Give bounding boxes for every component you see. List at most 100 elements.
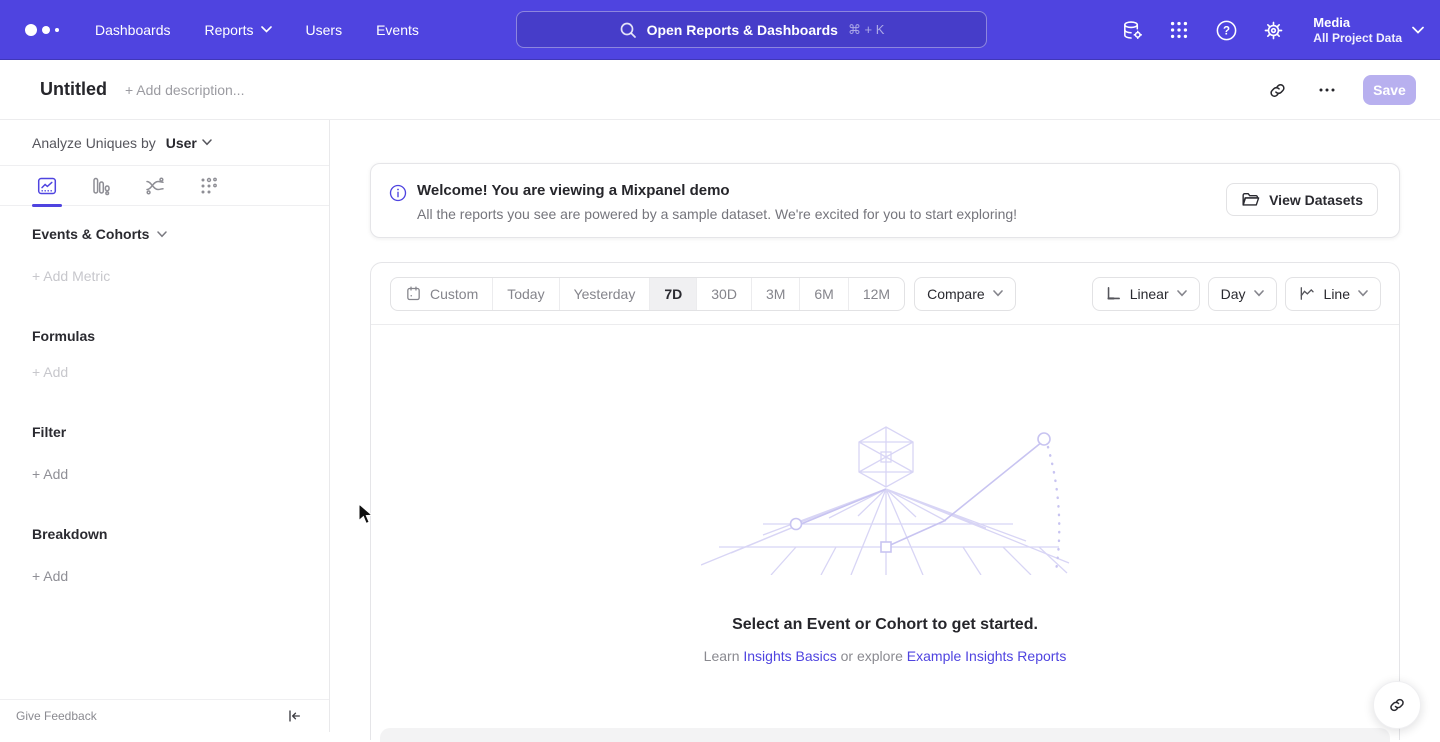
chevron-down-icon	[993, 290, 1003, 297]
search-icon	[619, 21, 637, 39]
date-range-12m[interactable]: 12M	[848, 278, 904, 310]
logo-dot	[42, 26, 50, 34]
section-formulas-label: Formulas	[32, 328, 95, 344]
search-placeholder: Open Reports & Dashboards	[647, 22, 838, 38]
add-metric-button[interactable]: + Add Metric	[32, 268, 110, 284]
tab-funnels[interactable]	[86, 166, 116, 206]
add-filter-button[interactable]: + Add	[32, 466, 68, 482]
nav-dashboards[interactable]: Dashboards	[95, 22, 171, 38]
nav-users[interactable]: Users	[306, 22, 343, 38]
compare-dropdown[interactable]: Compare	[914, 277, 1016, 311]
chart-type-dropdown[interactable]: Line	[1285, 277, 1381, 311]
example-reports-link[interactable]: Example Insights Reports	[907, 648, 1067, 664]
tab-retention[interactable]	[194, 166, 224, 206]
nav-users-label: Users	[306, 22, 343, 38]
date-range-custom-label: Custom	[430, 286, 478, 302]
section-breakdown-label: Breakdown	[32, 526, 107, 542]
analyze-value: User	[166, 135, 197, 151]
analyze-label: Analyze Uniques by	[32, 135, 156, 151]
svg-text:?: ?	[1223, 25, 1230, 37]
report-type-tabs	[0, 166, 329, 206]
data-management-icon[interactable]	[1120, 18, 1144, 42]
date-range-3m[interactable]: 3M	[751, 278, 799, 310]
give-feedback-link[interactable]: Give Feedback	[16, 709, 97, 723]
more-options-icon[interactable]	[1313, 76, 1341, 104]
retention-grid-icon	[198, 175, 220, 197]
date-range-yesterday[interactable]: Yesterday	[559, 278, 650, 310]
search-shortcut: ⌘ + K	[848, 22, 885, 38]
nav-events[interactable]: Events	[376, 22, 419, 38]
axis-icon	[1105, 285, 1122, 302]
tab-insights[interactable]	[32, 166, 62, 206]
chevron-down-icon	[1412, 26, 1424, 34]
link-icon	[1388, 696, 1406, 714]
chart-type-label: Line	[1324, 286, 1350, 302]
global-search[interactable]: Open Reports & Dashboards ⌘ + K	[516, 11, 987, 48]
chevron-down-icon	[1177, 290, 1187, 297]
banner-title: Welcome! You are viewing a Mixpanel demo	[417, 182, 730, 199]
query-builder-sidebar: Analyze Uniques by User	[0, 120, 330, 732]
share-link-fab[interactable]	[1373, 681, 1421, 729]
chevron-down-icon	[1254, 290, 1264, 297]
insights-basics-link[interactable]: Insights Basics	[743, 648, 836, 664]
collapse-sidebar-icon[interactable]	[286, 708, 302, 724]
banner-subtitle: All the reports you see are powered by a…	[417, 206, 1017, 222]
report-title[interactable]: Untitled	[40, 79, 107, 100]
compare-label: Compare	[927, 286, 985, 302]
sidebar-footer: Give Feedback	[0, 699, 329, 732]
nav-dashboards-label: Dashboards	[95, 22, 171, 38]
date-range-6m[interactable]: 6M	[799, 278, 847, 310]
nav-reports-label: Reports	[205, 22, 254, 38]
primary-nav: Dashboards Reports Users Events	[95, 22, 419, 38]
nav-reports[interactable]: Reports	[205, 22, 272, 38]
view-datasets-button[interactable]: View Datasets	[1226, 183, 1378, 216]
date-range-custom[interactable]: Custom	[391, 278, 492, 310]
chart-controls: Custom Today Yesterday 7D 30D 3M 6M 12M …	[371, 263, 1399, 325]
apps-grid-icon[interactable]	[1167, 18, 1191, 42]
save-button[interactable]: Save	[1363, 75, 1416, 105]
project-switcher[interactable]: Media All Project Data	[1313, 14, 1424, 46]
help-icon[interactable]: ?	[1214, 18, 1238, 42]
section-events-cohorts[interactable]: Events & Cohorts	[32, 226, 167, 242]
insights-chart-card: Custom Today Yesterday 7D 30D 3M 6M 12M …	[370, 262, 1400, 740]
mixpanel-logo[interactable]	[25, 24, 59, 36]
bottom-panel-edge	[380, 728, 1390, 742]
nav-events-label: Events	[376, 22, 419, 38]
date-range-30d[interactable]: 30D	[696, 278, 751, 310]
date-range-today[interactable]: Today	[492, 278, 558, 310]
flows-icon	[144, 175, 166, 197]
project-name: Media	[1313, 14, 1402, 31]
tab-flows[interactable]	[140, 166, 170, 206]
info-icon	[389, 184, 407, 202]
empty-state-links: Learn Insights Basics or explore Example…	[371, 648, 1399, 664]
chevron-down-icon	[261, 26, 272, 33]
add-breakdown-button[interactable]: + Add	[32, 568, 68, 584]
section-filter-label: Filter	[32, 424, 66, 440]
scale-label: Linear	[1130, 286, 1169, 302]
add-formula-button[interactable]: + Add	[32, 364, 68, 380]
chart-empty-state: Select an Event or Cohort to get started…	[371, 325, 1399, 740]
date-range-7d[interactable]: 7D	[649, 278, 696, 310]
calendar-icon	[405, 285, 422, 302]
chevron-down-icon	[157, 231, 167, 238]
copy-link-icon[interactable]	[1263, 76, 1291, 104]
section-formulas: Formulas	[32, 328, 95, 344]
analyze-row: Analyze Uniques by User	[0, 120, 329, 166]
line-chart-icon	[1298, 285, 1316, 302]
interval-label: Day	[1221, 286, 1246, 302]
scale-dropdown[interactable]: Linear	[1092, 277, 1200, 311]
folder-icon	[1241, 191, 1260, 208]
view-datasets-label: View Datasets	[1269, 192, 1363, 208]
logo-dot	[25, 24, 37, 36]
nav-right-group: ? Media All Project Data	[1120, 0, 1424, 60]
report-description-placeholder[interactable]: + Add description...	[125, 82, 244, 98]
top-navigation: Dashboards Reports Users Events Open Rep…	[0, 0, 1440, 60]
chevron-down-icon	[1358, 290, 1368, 297]
section-breakdown: Breakdown	[32, 526, 107, 542]
logo-dot	[55, 28, 59, 32]
section-events-cohorts-label: Events & Cohorts	[32, 226, 149, 242]
date-range-selector: Custom Today Yesterday 7D 30D 3M 6M 12M	[390, 277, 905, 311]
interval-dropdown[interactable]: Day	[1208, 277, 1277, 311]
analyze-by-dropdown[interactable]: User	[166, 135, 212, 151]
settings-gear-icon[interactable]	[1261, 18, 1285, 42]
